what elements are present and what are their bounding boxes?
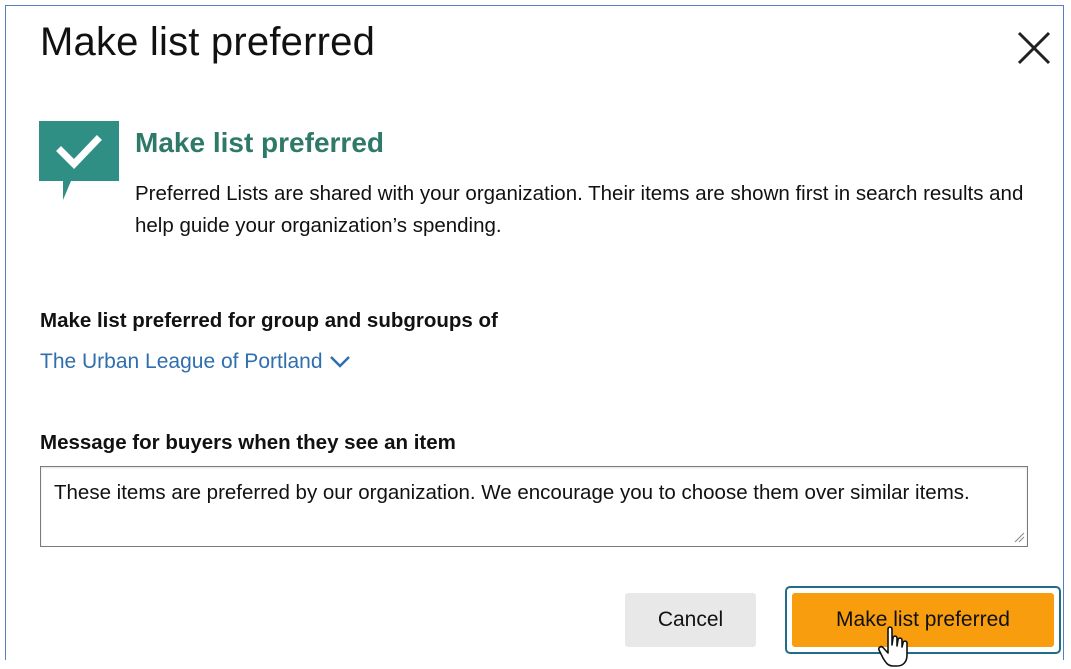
cancel-button[interactable]: Cancel: [625, 593, 756, 647]
group-label: Make list preferred for group and subgro…: [40, 309, 498, 332]
resize-grip-icon[interactable]: [1013, 531, 1025, 543]
message-label: Message for buyers when they see an item: [40, 431, 456, 454]
check-speech-bubble-icon: [39, 121, 119, 204]
group-selector-value: The Urban League of Portland: [40, 350, 323, 373]
message-textarea[interactable]: These items are preferred by our organiz…: [40, 466, 1028, 547]
make-list-preferred-dialog: Make list preferred Make list preferred …: [5, 5, 1064, 667]
chevron-down-icon: [329, 356, 350, 368]
alert-heading: Make list preferred: [135, 127, 384, 158]
close-icon: [1017, 31, 1051, 65]
make-list-preferred-button[interactable]: Make list preferred: [785, 586, 1061, 654]
group-selector-dropdown[interactable]: The Urban League of Portland: [40, 350, 351, 374]
alert-body-text: Preferred Lists are shared with your org…: [135, 182, 1024, 237]
dialog-title: Make list preferred: [40, 20, 376, 64]
close-button[interactable]: [1014, 28, 1054, 68]
make-list-preferred-button-label: Make list preferred: [792, 593, 1054, 647]
